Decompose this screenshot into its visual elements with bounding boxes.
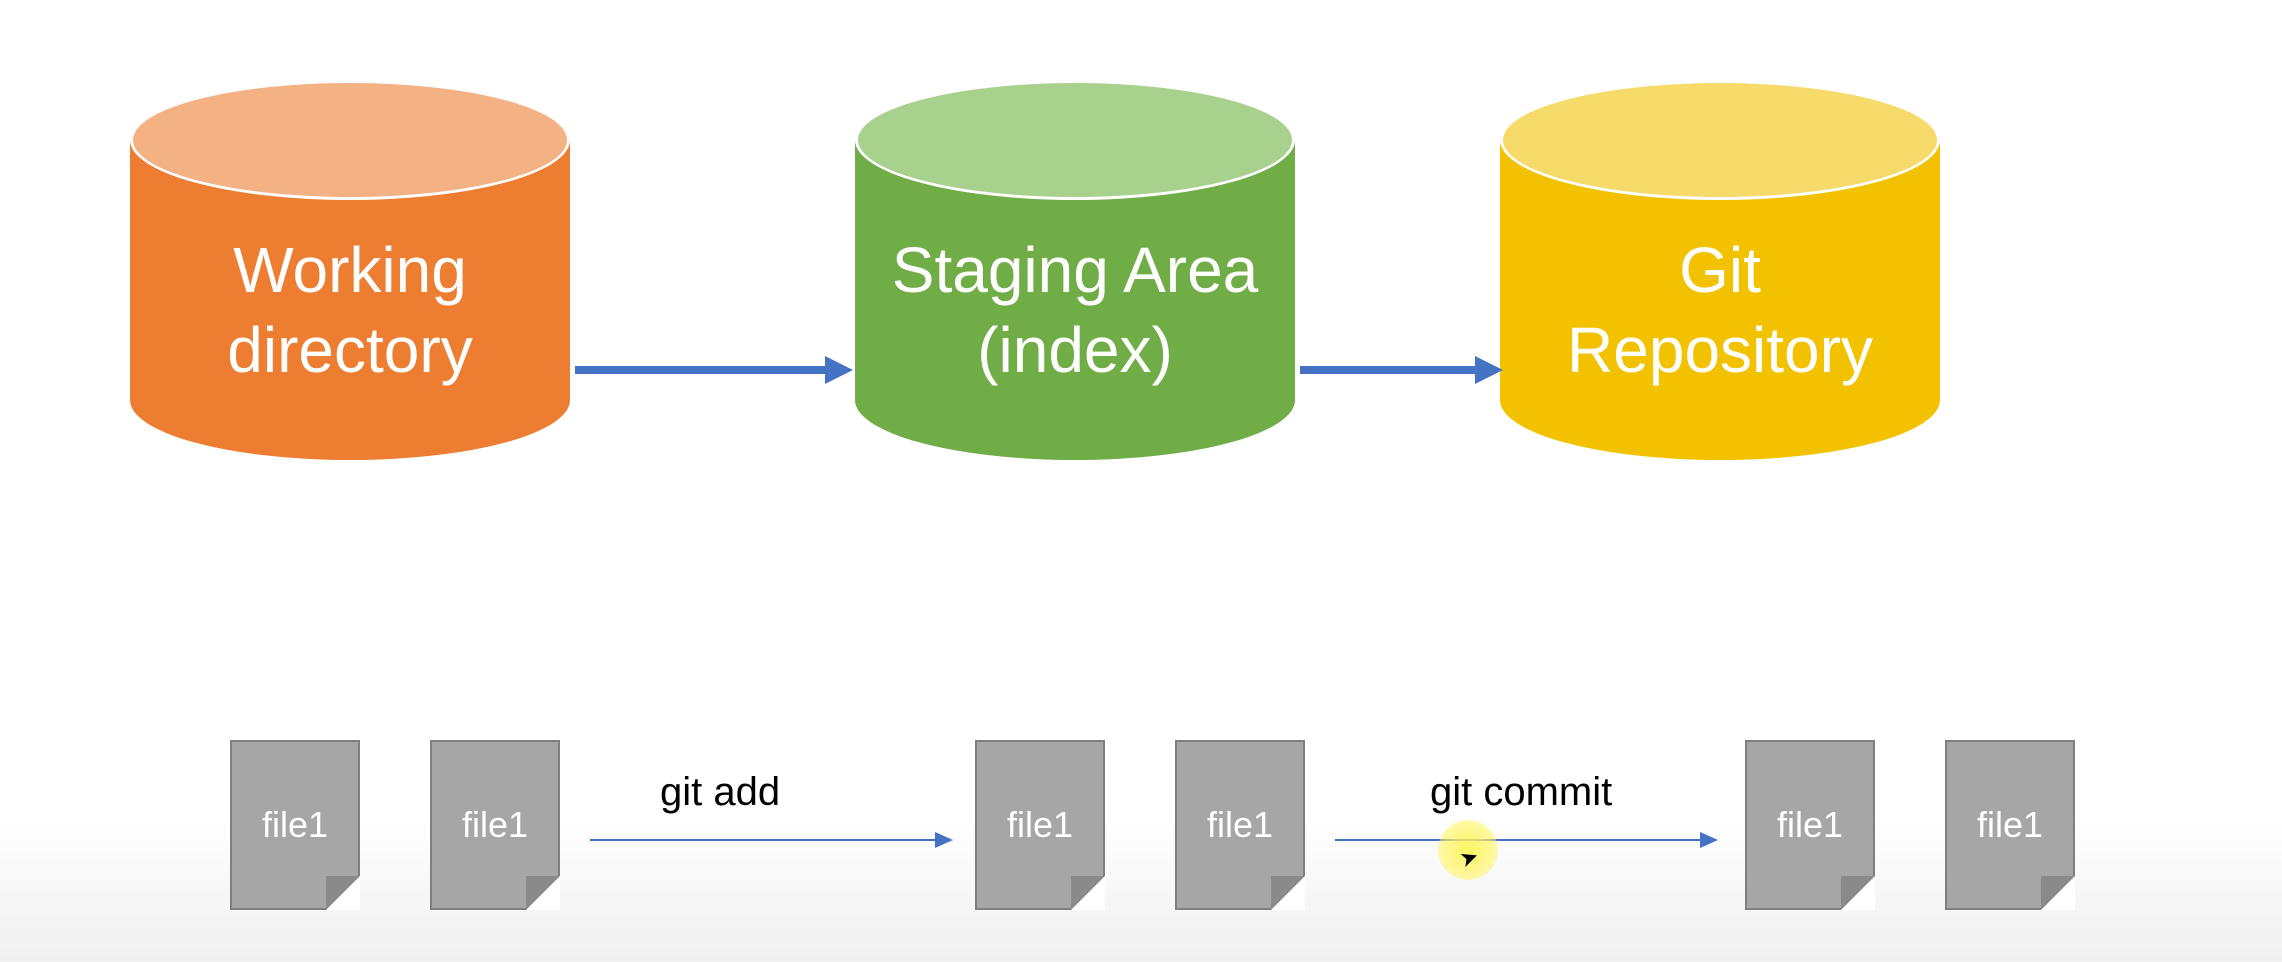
text-line: Git [1679,234,1761,306]
arrow-shaft [590,839,935,841]
git-commit-label: git commit [1430,770,1612,815]
arrow-head-icon [1475,356,1503,384]
arrow-shaft [575,366,825,374]
staging-area-label: Staging Area (index) [855,230,1295,390]
file-icon: file1 [1945,740,2075,910]
text-line: Staging Area [892,234,1259,306]
file-label: file1 [1747,804,1873,846]
file-icon: file1 [430,740,560,910]
file-icon: file1 [230,740,360,910]
git-add-label: git add [660,770,780,815]
file-label: file1 [232,804,358,846]
file-label: file1 [1177,804,1303,846]
file-label: file1 [432,804,558,846]
cylinder-top [1500,80,1940,200]
file-icon: file1 [975,740,1105,910]
file-icon: file1 [1175,740,1305,910]
git-repository-cylinder: Git Repository [1500,80,1940,460]
working-directory-cylinder: Working directory [130,80,570,460]
file-label: file1 [1947,804,2073,846]
arrow-shaft [1300,366,1475,374]
arrow-head-icon [825,356,853,384]
staging-area-cylinder: Staging Area (index) [855,80,1295,460]
working-directory-label: Working directory [130,230,570,390]
arrow-head-icon [935,832,953,848]
file-label: file1 [977,804,1103,846]
cylinder-top [855,80,1295,200]
text-line: directory [227,314,472,386]
text-line: Repository [1567,314,1873,386]
text-line: Working [233,234,467,306]
arrow-shaft [1335,839,1700,841]
git-repository-label: Git Repository [1500,230,1940,390]
cylinder-top [130,80,570,200]
arrow-head-icon [1700,832,1718,848]
text-line: (index) [977,314,1173,386]
file-icon: file1 [1745,740,1875,910]
